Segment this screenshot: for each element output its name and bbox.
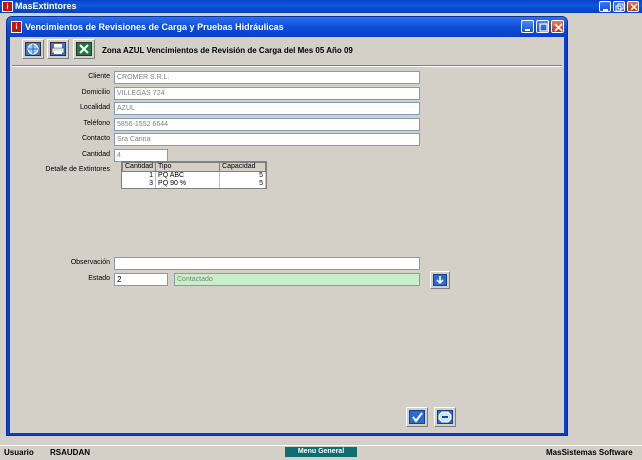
vencimientos-window: i Vencimientos de Revisiones de Carga y …	[6, 16, 568, 436]
estado-code-field[interactable]: 2	[114, 273, 168, 286]
contacto-label: Contacto	[81, 135, 110, 142]
app-titlebar: i MasExtintores	[0, 0, 642, 13]
estado-dropdown-button[interactable]	[430, 271, 450, 289]
excel-export-button[interactable]	[73, 39, 95, 59]
window-title: Vencimientos de Revisiones de Carga y Pr…	[25, 22, 284, 32]
estado-label: Estado	[88, 275, 110, 282]
telefono-field[interactable]: 5856-1552 6644	[114, 118, 420, 131]
arrow-down-icon	[433, 274, 447, 286]
cantidad-label: Cantidad	[81, 151, 110, 158]
telefono-label: Teléfono	[83, 120, 110, 127]
localidad-field[interactable]: AZUL	[114, 102, 420, 115]
estado-text-field: Contactado	[174, 273, 420, 286]
window-maximize-icon[interactable]	[536, 20, 549, 33]
printer-icon	[50, 42, 66, 56]
window-titlebar: i Vencimientos de Revisiones de Carga y …	[7, 17, 567, 37]
observacion-field[interactable]	[114, 257, 420, 270]
cell-cantidad: 1	[122, 171, 157, 180]
cell-tipo: PQ ABC	[155, 171, 221, 180]
cell-capacidad: 5	[219, 180, 266, 188]
statusbar: Usuario RSAUDAN Menu General MasSistemas…	[0, 445, 642, 460]
zone-title: Zona AZUL Vencimientos de Revisión de Ca…	[102, 46, 353, 55]
contacto-field[interactable]: Sra Carina	[114, 133, 420, 146]
print-button[interactable]	[47, 39, 69, 59]
window-icon: i	[11, 21, 22, 33]
grid-header-tipo[interactable]: Tipo	[155, 162, 221, 172]
globe-icon	[25, 42, 41, 56]
confirm-button[interactable]	[406, 407, 428, 427]
localidad-label: Localidad	[80, 104, 110, 111]
brand-label: MasSistemas Software	[546, 448, 633, 457]
stop-icon	[437, 410, 453, 424]
grid-header-capacidad[interactable]: Capacidad	[219, 162, 266, 172]
menu-general-button[interactable]: Menu General	[285, 447, 357, 457]
checkmark-icon	[409, 410, 425, 424]
globe-button[interactable]	[22, 39, 44, 59]
domicilio-label: Domicilio	[81, 89, 110, 96]
close-icon[interactable]	[627, 1, 639, 12]
toolbar-divider	[12, 65, 562, 67]
cell-tipo: PQ 90 %	[155, 180, 221, 188]
grid-header-cantidad[interactable]: Cantidad	[121, 162, 157, 172]
domicilio-field[interactable]: VILLEGAS 724	[114, 87, 420, 100]
window-minimize-icon[interactable]	[521, 20, 534, 33]
window-close-icon[interactable]	[551, 20, 564, 33]
window-body: Zona AZUL Vencimientos de Revisión de Ca…	[10, 37, 564, 433]
app-title: MasExtintores	[15, 1, 77, 11]
cliente-label: Cliente	[88, 73, 110, 80]
detalle-label: Detalle de Extintores	[45, 166, 110, 173]
cliente-field[interactable]: CROMER S.R.L.	[114, 71, 420, 84]
app-icon: i	[2, 1, 13, 12]
cell-cantidad: 3	[122, 180, 157, 188]
stop-button[interactable]	[434, 407, 456, 427]
excel-icon	[76, 42, 92, 56]
cell-capacidad: 5	[219, 171, 266, 180]
usuario-label: Usuario	[4, 448, 34, 457]
observacion-label: Observación	[70, 259, 110, 266]
usuario-value: RSAUDAN	[50, 448, 90, 457]
restore-icon[interactable]	[613, 1, 625, 12]
extintores-grid[interactable]: Cantidad Tipo Capacidad 1 PQ ABC 5 3 PQ …	[121, 161, 267, 189]
table-row[interactable]: 1 PQ ABC 5	[122, 171, 266, 180]
minimize-icon[interactable]	[599, 1, 611, 12]
table-row[interactable]: 3 PQ 90 % 5	[122, 180, 266, 188]
